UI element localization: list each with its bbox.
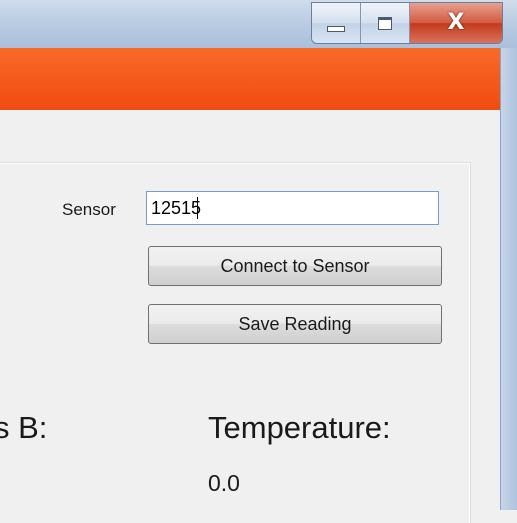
temperature-label: Temperature: <box>208 410 391 445</box>
maximize-icon <box>378 16 392 30</box>
minimize-button[interactable] <box>312 3 361 43</box>
temperature-value: 0.0 <box>208 470 240 496</box>
save-reading-button[interactable]: Save Reading <box>148 304 442 344</box>
header-banner <box>0 48 500 110</box>
close-icon: X <box>447 10 465 35</box>
window-border <box>500 48 517 510</box>
partial-b-label: s B: <box>0 410 48 445</box>
title-bar[interactable]: X <box>0 0 517 48</box>
minimize-icon <box>327 26 345 32</box>
maximize-button[interactable] <box>361 3 410 43</box>
app-window: X Sensor Connect to Sensor Save Reading … <box>0 0 517 523</box>
text-caret <box>197 197 198 219</box>
connect-to-sensor-button[interactable]: Connect to Sensor <box>148 246 442 286</box>
caption-buttons: X <box>311 2 503 44</box>
close-button[interactable]: X <box>410 3 502 43</box>
sensor-input[interactable] <box>146 191 439 225</box>
sensor-label: Sensor <box>62 200 116 219</box>
